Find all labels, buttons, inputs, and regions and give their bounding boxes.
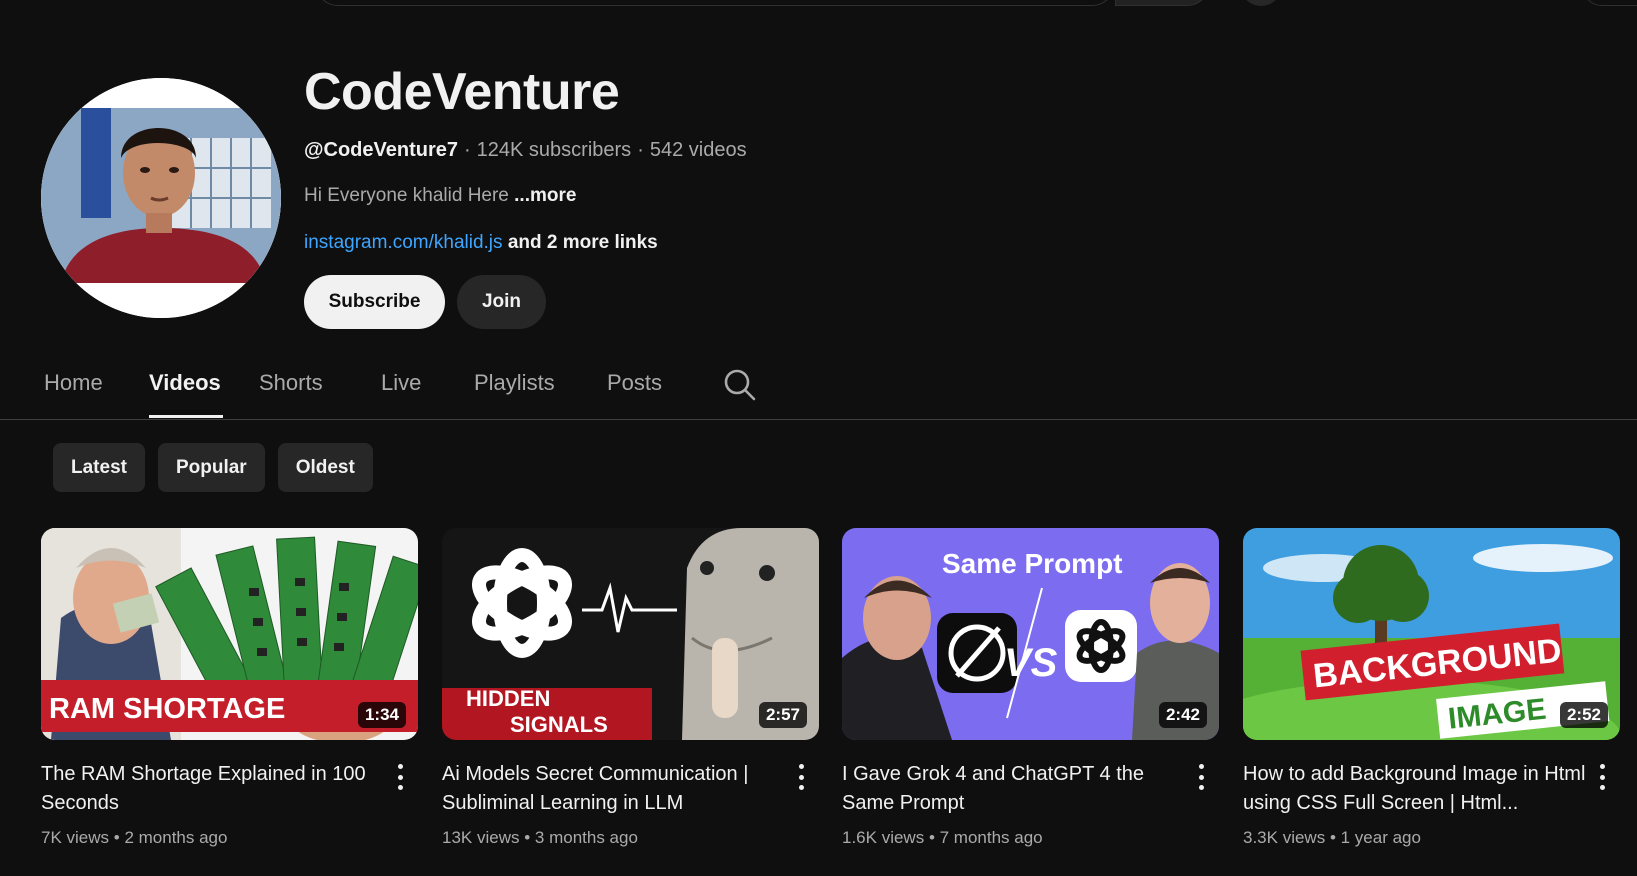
channel-links: instagram.com/khalid.js and 2 more links [304,229,747,257]
tab-videos[interactable]: Videos [149,370,221,410]
avatar-image [41,78,281,318]
chip-popular[interactable]: Popular [157,443,265,492]
view-count: 7K views [41,828,110,847]
channel-info: CodeVenture @CodeVenture7 · 124K subscribe… [304,60,747,329]
voice-search-button[interactable] [1240,0,1282,6]
view-count: 3.3K views [1243,828,1326,847]
video-duration: 2:42 [1158,702,1207,728]
search-button[interactable] [1115,0,1210,6]
channel-name: CodeVenture [304,63,620,121]
chip-latest[interactable]: Latest [53,443,145,492]
video-title[interactable]: I Gave Grok 4 and ChatGPT 4 the Same Pro… [842,760,1187,818]
more-options-icon[interactable] [791,760,811,794]
separator-dot: · [463,139,471,161]
upload-age: 2 months ago [124,828,228,847]
stats-separator: • [1329,828,1336,847]
description-more-link[interactable]: ...more [514,185,576,206]
tab-shorts[interactable]: Shorts [259,370,323,410]
chip-oldest[interactable]: Oldest [277,443,373,492]
video-thumbnail[interactable]: RAM SHORTAGE 1:34 [41,528,418,740]
video-stats: 13K views • 3 months ago [442,826,819,850]
video-card[interactable]: RAM SHORTAGE 1:34 The RAM Shortage Expla… [41,528,418,850]
tab-live[interactable]: Live [381,370,421,410]
more-options-icon[interactable] [1592,760,1612,794]
video-duration: 2:57 [758,702,807,728]
more-links[interactable]: and 2 more links [508,232,658,253]
channel-meta: @CodeVenture7 · 124K subscribers · 542 video… [304,136,747,164]
more-options-icon[interactable] [390,760,410,794]
video-count: 542 videos [649,139,747,161]
video-stats: 7K views • 2 months ago [41,826,418,850]
upload-age: 7 months ago [939,828,1043,847]
search-box[interactable] [315,0,1115,6]
sort-chips: Latest Popular Oldest [53,443,373,492]
video-title[interactable]: Ai Models Secret Communication | Sublimi… [442,760,787,818]
view-count: 1.6K views [842,828,925,847]
video-card[interactable]: Same Prompt VS 2:42 I Gave Grok 4 and Ch… [842,528,1219,850]
stats-separator: • [524,828,531,847]
thumbnail-text: HIDDEN [466,686,550,711]
thumbnail-text: Same Prompt [942,548,1123,579]
view-count: 13K views [442,828,520,847]
channel-description[interactable]: Hi Everyone khalid Here ...more [304,182,747,210]
join-button[interactable]: Join [457,275,546,329]
video-thumbnail[interactable]: HIDDEN SIGNALS 2:57 [442,528,819,740]
tab-posts[interactable]: Posts [607,370,662,410]
tab-playlists[interactable]: Playlists [474,370,555,410]
tab-home[interactable]: Home [44,370,103,410]
subscriber-count: 124K subscribers [476,139,632,161]
search-icon[interactable] [723,368,757,402]
video-thumbnail[interactable]: BACKGROUND IMAGE 2:52 [1243,528,1620,740]
channel-tabs: Home Videos Shorts Live Playlists Posts [0,360,1637,420]
video-stats: 1.6K views • 7 months ago [842,826,1219,850]
upload-age: 3 months ago [534,828,638,847]
video-duration: 2:52 [1559,702,1608,728]
thumbnail-text: RAM SHORTAGE [49,693,285,725]
top-bar [0,0,1637,8]
video-card[interactable]: HIDDEN SIGNALS 2:57 Ai Models Secret Com… [442,528,819,850]
channel-avatar[interactable] [41,78,281,318]
stats-separator: • [928,828,935,847]
upload-age: 1 year ago [1340,828,1421,847]
video-title[interactable]: The RAM Shortage Explained in 100 Second… [41,760,386,818]
separator-dot: · [637,139,644,161]
video-card[interactable]: BACKGROUND IMAGE 2:52 How to add Backgro… [1243,528,1620,850]
vs-label: VS [1004,641,1058,685]
stats-separator: • [113,828,120,847]
video-thumbnail[interactable]: Same Prompt VS 2:42 [842,528,1219,740]
channel-actions: Subscribe Join [304,275,747,329]
video-duration: 1:34 [357,702,406,728]
active-tab-indicator [149,415,223,418]
instagram-link[interactable]: instagram.com/khalid.js [304,232,503,253]
subscribe-button[interactable]: Subscribe [304,275,445,329]
video-title[interactable]: How to add Background Image in Html usin… [1243,760,1588,818]
more-options-icon[interactable] [1191,760,1211,794]
thumbnail-text: SIGNALS [510,712,608,737]
video-stats: 3.3K views • 1 year ago [1243,826,1620,850]
create-button[interactable] [1582,0,1637,6]
description-text: Hi Everyone khalid Here [304,185,509,206]
channel-handle: @CodeVenture7 [304,139,458,161]
